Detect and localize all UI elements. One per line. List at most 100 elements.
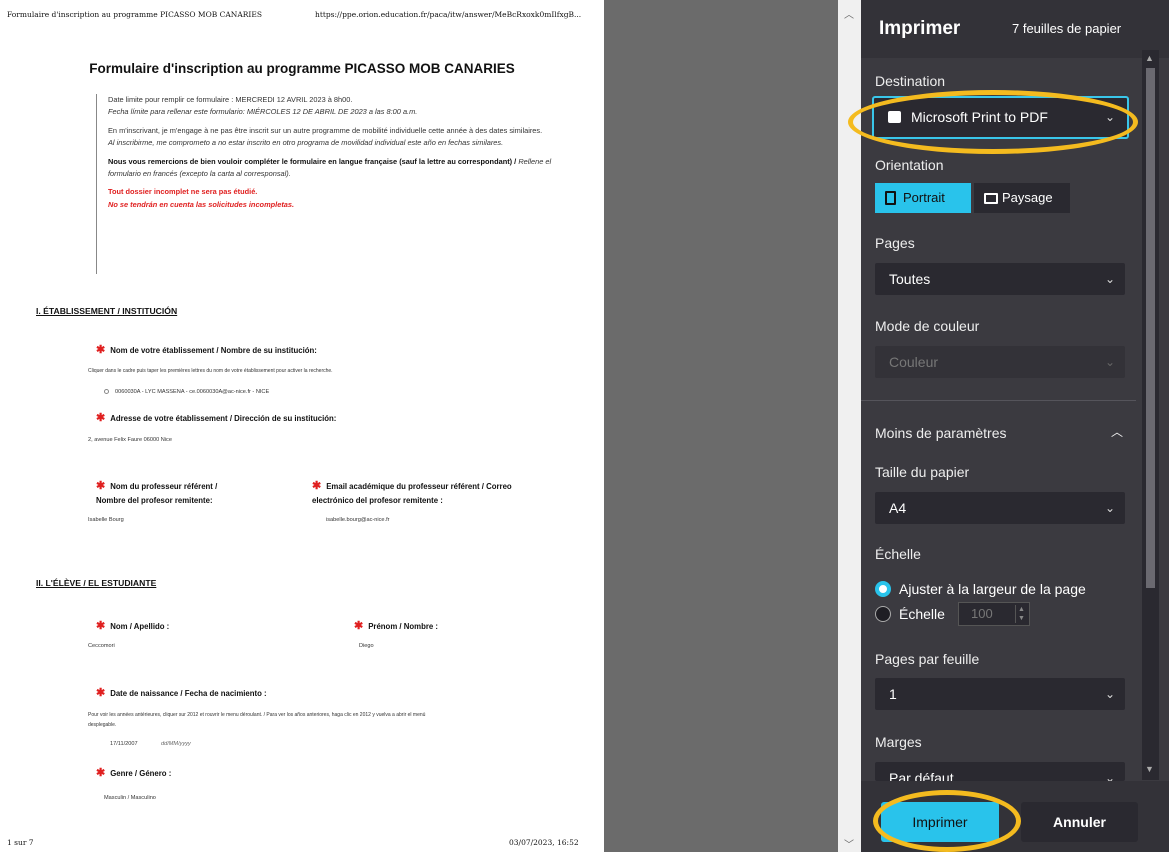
form-intro: Date limite pour remplir ce formulaire :… [96, 94, 566, 274]
scale-custom-label: Échelle [899, 606, 945, 622]
required-icon: ✱ [96, 480, 106, 492]
pages-value: Toutes [889, 271, 931, 287]
genre-answer: Masculin / Masculino [104, 795, 156, 801]
question-label: Email académique du professeur référent … [326, 482, 512, 491]
question-professeur-es: Nombre del profesor remitente: [96, 496, 213, 505]
deadline-fr: Date limite pour remplir ce formulaire :… [108, 95, 353, 104]
scale-custom-radio[interactable]: Échelle [875, 605, 945, 623]
section-eleve: II. L'ÉLÈVE / EL ESTUDIANTE [36, 578, 157, 588]
settings-scrollbar[interactable]: ▲ ▼ [1142, 50, 1159, 780]
preview-page: Formulaire d'inscription au programme PI… [0, 0, 604, 852]
required-icon: ✱ [96, 412, 106, 424]
print-preview-area: Formulaire d'inscription au programme PI… [0, 0, 838, 852]
orientation-portrait-button[interactable]: Portrait [875, 183, 971, 213]
page-header-url: https://ppe.orion.education.fr/paca/itw/… [315, 10, 582, 19]
question-etablissement: ✱ Nom de votre établissement / Nombre de … [96, 343, 317, 358]
portrait-icon [885, 191, 896, 205]
email-answer: isabelle.bourg@ac-nice.fr [326, 517, 390, 523]
page-footer-number: 1 sur 7 [7, 838, 34, 847]
orientation-landscape-button[interactable]: Paysage [974, 183, 1070, 213]
landscape-label: Paysage [1002, 190, 1053, 205]
scroll-up-icon[interactable]: ▲ [1145, 53, 1154, 63]
scrollbar-thumb[interactable] [1146, 68, 1155, 588]
landscape-icon [984, 193, 998, 204]
portrait-label: Portrait [903, 190, 945, 205]
incomplete-fr: Tout dossier incomplet ne sera pas étudi… [108, 187, 258, 197]
professeur-answer: Isabelle Bourg [88, 517, 124, 523]
chevron-up-icon[interactable]: ︿ [1111, 423, 1123, 440]
scale-input[interactable]: 100 ▲ ▼ [958, 602, 1030, 626]
prenom-answer: Diego [359, 643, 374, 649]
pages-per-sheet-value: 1 [889, 686, 897, 702]
required-icon: ✱ [96, 767, 106, 779]
question-label: Date de naissance / Fecha de nacimiento … [110, 689, 267, 698]
color-mode-select: Couleur ⌄ [875, 346, 1125, 378]
section-etablissement: I. ÉTABLISSEMENT / INSTITUCIÓN [36, 306, 178, 316]
question-label: Nom du professeur référent / [110, 482, 218, 491]
paper-size-select[interactable]: A4 ⌄ [875, 492, 1125, 524]
scale-value: 100 [971, 606, 993, 621]
form-title: Formulaire d'inscription au programme PI… [89, 61, 515, 76]
less-settings-toggle[interactable]: Moins de paramètres [875, 425, 1007, 441]
paper-size-label: Taille du papier [875, 464, 970, 480]
page-header-title: Formulaire d'inscription au programme PI… [7, 10, 262, 19]
incomplete-es: No se tendrán en cuenta las solicitudes … [108, 199, 295, 209]
naissance-hint: Pour voir les années antérieures, clique… [88, 712, 426, 718]
chevron-down-icon: ⌄ [1104, 355, 1115, 369]
margins-label: Marges [875, 734, 922, 750]
question-nom: ✱ Nom / Apellido : [96, 619, 169, 634]
destination-label: Destination [875, 73, 946, 89]
required-icon: ✱ [312, 480, 322, 492]
paper-size-value: A4 [889, 500, 907, 516]
required-icon: ✱ [354, 620, 364, 632]
naissance-format: dd/MM/yyyy [161, 741, 191, 747]
question-label: Adresse de votre établissement / Direcci… [110, 414, 337, 423]
dialog-title: Imprimer [879, 18, 961, 39]
margins-select[interactable]: Par défaut ⌄ [875, 762, 1125, 781]
answer-text: 0060030A - LYC MASSENA - ce.0060030A@ac-… [115, 389, 270, 395]
commitment-es: Al inscribirme, me comprometo a no estar… [108, 138, 504, 148]
question-prenom: ✱ Prénom / Nombre : [354, 619, 438, 634]
question-adresse: ✱ Adresse de votre établissement / Direcc… [96, 411, 336, 426]
highlight-print-button [873, 790, 1021, 852]
radio-icon [104, 389, 109, 395]
required-icon: ✱ [96, 687, 106, 699]
pages-select[interactable]: Toutes ⌄ [875, 263, 1125, 295]
scale-fit-label: Ajuster à la largeur de la page [899, 581, 1086, 597]
scale-fit-radio[interactable]: Ajuster à la largeur de la page [875, 580, 1086, 598]
question-email-es: electrónico del profesor remitente : [312, 496, 443, 505]
pages-per-sheet-select[interactable]: 1 ⌄ [875, 678, 1125, 710]
orientation-label: Orientation [875, 157, 944, 173]
scroll-down-icon[interactable]: ▼ [1145, 764, 1154, 774]
required-icon: ✱ [96, 344, 106, 356]
question-genre: ✱ Genre / Género : [96, 766, 171, 781]
divider [861, 400, 1136, 401]
question-label: Genre / Género : [110, 769, 172, 778]
naissance-answer: 17/11/2007 [110, 741, 138, 747]
color-mode-value: Couleur [889, 354, 939, 370]
spinner-icon[interactable]: ▲ ▼ [1015, 605, 1027, 623]
color-mode-label: Mode de couleur [875, 318, 980, 334]
radio-selected-icon [875, 581, 891, 598]
adresse-answer: 2, avenue Felix Faure 06000 Nice [88, 437, 172, 443]
etablissement-answer: 0060030A - LYC MASSENA - ce.0060030A@ac-… [104, 389, 269, 395]
deadline-es: Fecha límite para rellenar este formular… [108, 107, 418, 117]
highlight-destination [848, 90, 1138, 154]
etablissement-hint: Cliquer dans le cadre puis taper les pre… [88, 368, 333, 374]
question-professeur: ✱ Nom du professeur référent / [96, 479, 217, 494]
question-label: Nom / Apellido : [110, 622, 170, 631]
scroll-down-icon[interactable]: ﹀ [844, 836, 854, 851]
commitment-fr: En m'inscrivant, je m'engage à ne pas êt… [108, 125, 543, 135]
question-email: ✱ Email académique du professeur référent… [312, 479, 512, 494]
language-fr: Nous vous remercions de bien vouloir com… [108, 156, 517, 166]
pages-per-sheet-label: Pages par feuille [875, 651, 980, 667]
dialog-header: Imprimer 7 feuilles de papier [861, 0, 1169, 58]
nom-answer: Ceccomori [88, 643, 115, 649]
scroll-up-icon[interactable]: ︿ [844, 6, 854, 21]
question-naissance: ✱ Date de naissance / Fecha de nacimiento… [96, 686, 267, 701]
required-icon: ✱ [96, 620, 106, 632]
sheet-count: 7 feuilles de papier [1012, 21, 1122, 36]
page-footer-date: 03/07/2023, 16:52 [509, 838, 579, 847]
pages-label: Pages [875, 235, 915, 251]
cancel-button[interactable]: Annuler [1021, 802, 1138, 842]
